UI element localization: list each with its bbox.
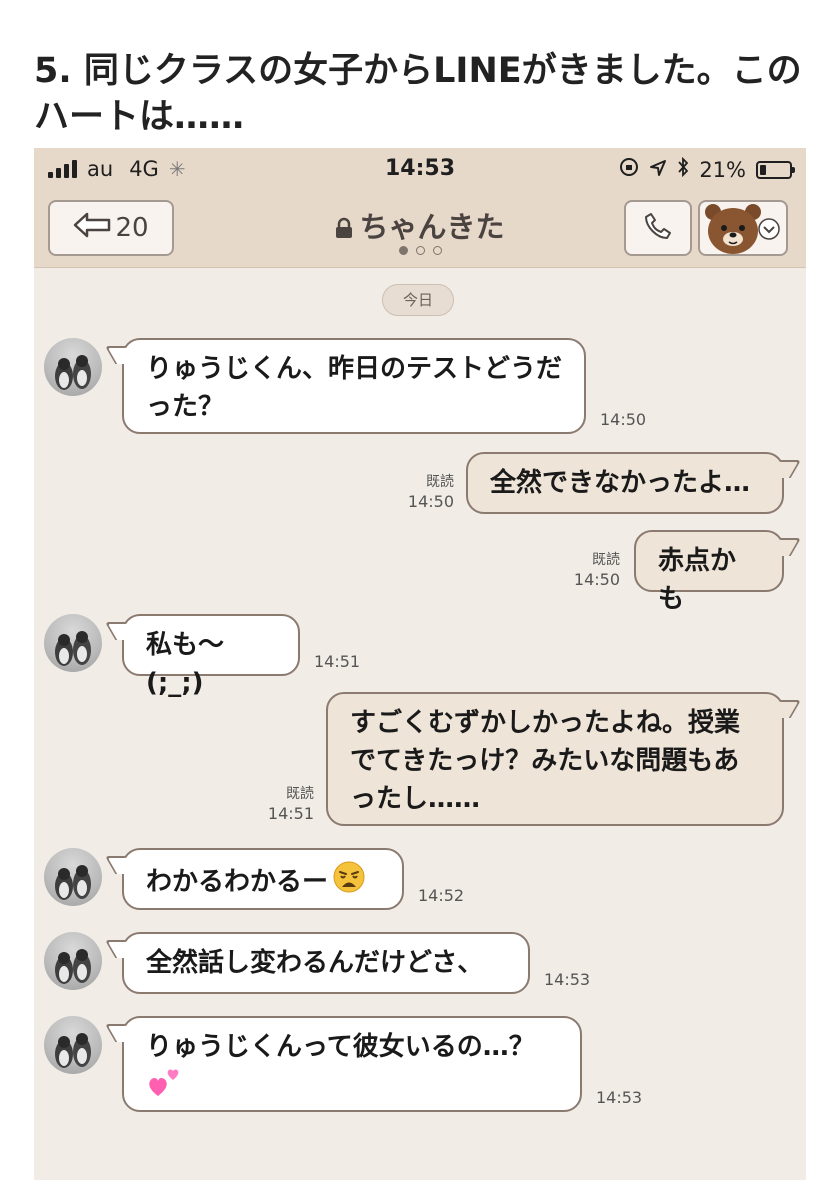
avatar[interactable]: [44, 1016, 102, 1074]
message-time: 14:53: [596, 1088, 643, 1107]
message-text: 全然話し変わるんだけどさ、: [146, 948, 484, 978]
message-text: りゅうじくんって彼女いるの…？: [146, 1032, 535, 1062]
chevron-down-icon: [758, 218, 780, 244]
orientation-lock-icon: [619, 157, 639, 182]
chat-name: ちゃんきた: [359, 210, 505, 244]
message-text: 私も〜(;_;): [146, 630, 225, 698]
two-hearts-icon: [146, 1069, 182, 1107]
chat-header: 20 ちゃんきた: [34, 190, 806, 268]
read-receipt: 既読: [286, 786, 314, 802]
message-meta: 既読 14:50: [556, 550, 620, 590]
status-bar: au 4G ✳ 14:53 21%: [34, 148, 806, 190]
lock-icon: [335, 212, 353, 246]
avatar[interactable]: [44, 932, 102, 990]
brown-bear-icon: [702, 198, 764, 264]
read-receipt: 既読: [592, 552, 620, 568]
message-bubble-sent[interactable]: 全然できなかったよ…: [466, 452, 784, 514]
message-time: 14:53: [544, 970, 591, 989]
battery-percent: 21%: [699, 157, 746, 182]
article-title: 5. 同じクラスの女子からLINEがきました。このハートは……: [34, 51, 802, 137]
message-text: すごくむずかしかったよね。授業でてきたっけ？みたいな問題もあったし……: [350, 708, 741, 814]
message-bubble-received[interactable]: 全然話し変わるんだけどさ、: [122, 932, 530, 994]
message-time: 14:51: [267, 804, 314, 823]
message-text: りゅうじくん、昨日のテストどうだった？: [146, 354, 563, 422]
call-button[interactable]: [624, 200, 692, 256]
read-receipt: 既読: [426, 474, 454, 490]
message-time: 14:50: [573, 570, 620, 589]
phone-icon: [643, 211, 673, 245]
avatar[interactable]: [44, 848, 102, 906]
location-icon: [649, 158, 667, 182]
message-meta: 既読 14:50: [390, 472, 454, 512]
message-bubble-received[interactable]: 私も〜(;_;): [122, 614, 300, 698]
message-text: 全然できなかったよ…: [490, 468, 751, 498]
message-text: わかるわかるー: [146, 867, 329, 897]
weary-face-icon: [332, 860, 366, 905]
message-bubble-sent[interactable]: すごくむずかしかったよね。授業でてきたっけ？みたいな問題もあったし……: [326, 692, 784, 826]
avatar[interactable]: [44, 614, 102, 672]
message-time: 14:52: [418, 886, 465, 905]
bluetooth-icon: [677, 156, 689, 182]
battery-icon: [756, 160, 795, 179]
message-bubble-sent[interactable]: 赤点かも: [634, 530, 784, 614]
line-chat-screenshot: au 4G ✳ 14:53 21% 20 ちゃんきた 今日 りゅうじくん、昨日の…: [34, 148, 806, 1180]
message-meta: 既読 14:51: [262, 784, 314, 824]
date-separator: 今日: [382, 284, 454, 316]
menu-button[interactable]: [698, 200, 788, 256]
message-time: 14:50: [600, 410, 647, 429]
message-bubble-received[interactable]: りゅうじくんって彼女いるの…？: [122, 1016, 582, 1112]
message-time: 14:50: [407, 492, 454, 511]
message-time: 14:51: [314, 652, 361, 671]
message-text: 赤点かも: [658, 546, 737, 614]
message-bubble-received[interactable]: わかるわかるー: [122, 848, 404, 910]
message-bubble-received[interactable]: りゅうじくん、昨日のテストどうだった？: [122, 338, 586, 434]
avatar[interactable]: [44, 338, 102, 396]
